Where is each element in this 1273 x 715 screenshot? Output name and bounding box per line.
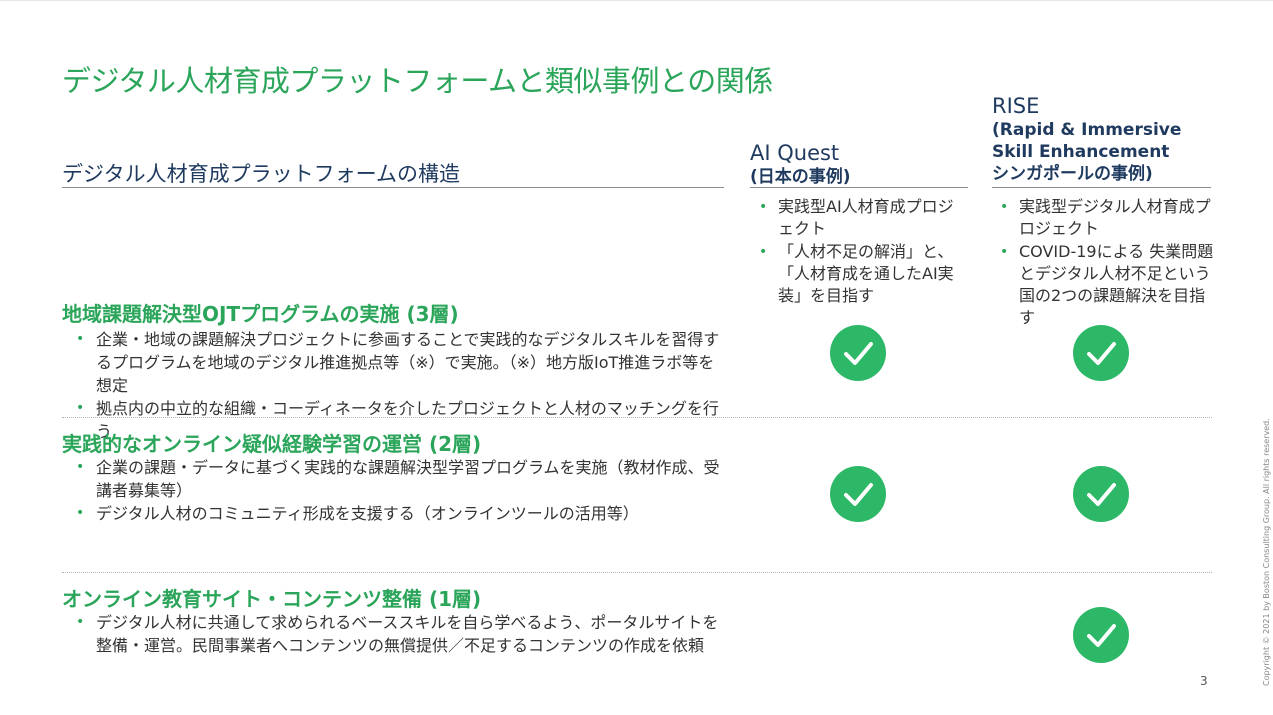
- list-item: • 企業の課題・データに基づく実践的な課題解決型学習プログラムを実施（教材作成、受…: [62, 456, 722, 502]
- layer-divider: [62, 417, 1212, 418]
- rise-name: RISE: [992, 94, 1040, 118]
- check-circle-icon: [1073, 466, 1129, 522]
- list-item: • 実践型AI人材育成プロジェクト: [756, 196, 956, 240]
- list-item: • デジタル人材のコミュニティ形成を支援する（オンラインツールの活用等）: [62, 502, 722, 525]
- rise-header: RISE (Rapid & Immersive Skill Enhancemen…: [992, 94, 1181, 185]
- bullet-dot: •: [76, 505, 85, 521]
- rise-bullets: • 実践型デジタル人材育成プロジェクト • COVID-19による 失業問題とデジタ…: [997, 196, 1219, 330]
- bullet-dot: •: [759, 244, 768, 260]
- page-title: デジタル人材育成プラットフォームと類似事例との関係: [62, 64, 773, 98]
- check-circle-icon: [830, 466, 886, 522]
- layer3-bullet-text: 企業・地域の課題解決プロジェクトに参画することで実践的なデジタルスキルを習得する…: [96, 330, 720, 395]
- bullet-dot: •: [76, 614, 85, 630]
- bullet-dot: •: [1000, 244, 1009, 260]
- layer2-bullet-text: 企業の課題・データに基づく実践的な課題解決型学習プログラムを実施（教材作成、受講…: [96, 458, 720, 500]
- bullet-dot: •: [1000, 199, 1009, 215]
- bullet-dot: •: [76, 459, 85, 475]
- copyright-notice: Copyright © 2021 by Boston Consulting Gr…: [1262, 418, 1271, 686]
- check-circle-icon: [1073, 607, 1129, 663]
- ai-quest-bullets: • 実践型AI人材育成プロジェクト • 「人材不足の解消」と、「人材育成を通したAI…: [756, 196, 956, 308]
- list-item: • 実践型デジタル人材育成プロジェクト: [997, 196, 1219, 240]
- ai-quest-bullet-text: 実践型AI人材育成プロジェクト: [778, 197, 954, 238]
- rise-header-rule: [992, 187, 1211, 188]
- list-item: • デジタル人材に共通して求められるベーススキルを自ら学べるよう、ポータルサイトを…: [62, 611, 722, 657]
- layer2-bullet-text: デジタル人材のコミュニティ形成を支援する（オンラインツールの活用等）: [96, 504, 639, 523]
- top-border: [0, 0, 1273, 1]
- structure-heading: デジタル人材育成プラットフォームの構造: [62, 162, 460, 186]
- list-item: • COVID-19による 失業問題とデジタル人材不足という国の2つの課題解決を目…: [997, 241, 1219, 329]
- layer2-bullets: • 企業の課題・データに基づく実践的な課題解決型学習プログラムを実施（教材作成、受…: [62, 456, 722, 525]
- structure-heading-rule: [62, 187, 724, 188]
- rise-bullet-text: COVID-19による 失業問題とデジタル人材不足という国の2つの課題解決を目指…: [1019, 242, 1214, 327]
- layer1-bullet-text: デジタル人材に共通して求められるベーススキルを自ら学べるよう、ポータルサイトを整…: [96, 613, 719, 655]
- rise-subtitle: シンガポールの事例): [992, 164, 1153, 184]
- bullet-dot: •: [759, 199, 768, 215]
- check-circle-icon: [1073, 325, 1129, 381]
- rise-bullet-text: 実践型デジタル人材育成プロジェクト: [1019, 197, 1211, 238]
- list-item: • 企業・地域の課題解決プロジェクトに参画することで実践的なデジタルスキルを習得す…: [62, 328, 722, 397]
- layer2-title: 実践的なオンライン疑似経験学習の運営 (2層): [62, 432, 482, 456]
- layer3-title: 地域課題解決型OJTプログラムの実施 (3層): [62, 302, 459, 326]
- ai-quest-subtitle: (日本の事例): [750, 167, 851, 187]
- layer1-title: オンライン教育サイト・コンテンツ整備 (1層): [62, 587, 482, 611]
- layer3-bullets: • 企業・地域の課題解決プロジェクトに参画することで実践的なデジタルスキルを習得す…: [62, 328, 722, 443]
- ai-quest-header-rule: [750, 187, 968, 188]
- bullet-dot: •: [76, 331, 85, 347]
- layer1-bullets: • デジタル人材に共通して求められるベーススキルを自ら学べるよう、ポータルサイトを…: [62, 611, 722, 657]
- list-item: • 「人材不足の解消」と、「人材育成を通したAI実装」を目指す: [756, 241, 956, 307]
- ai-quest-bullet-text: 「人材不足の解消」と、「人材育成を通したAI実装」を目指す: [778, 242, 954, 305]
- rise-line2: (Rapid & Immersive: [992, 120, 1182, 140]
- layer-divider: [62, 572, 1212, 573]
- page-number: 3: [1200, 674, 1208, 688]
- ai-quest-name: AI Quest: [750, 141, 840, 165]
- rise-line3: Skill Enhancement: [992, 142, 1170, 162]
- ai-quest-header: AI Quest (日本の事例): [750, 141, 851, 188]
- check-circle-icon: [830, 325, 886, 381]
